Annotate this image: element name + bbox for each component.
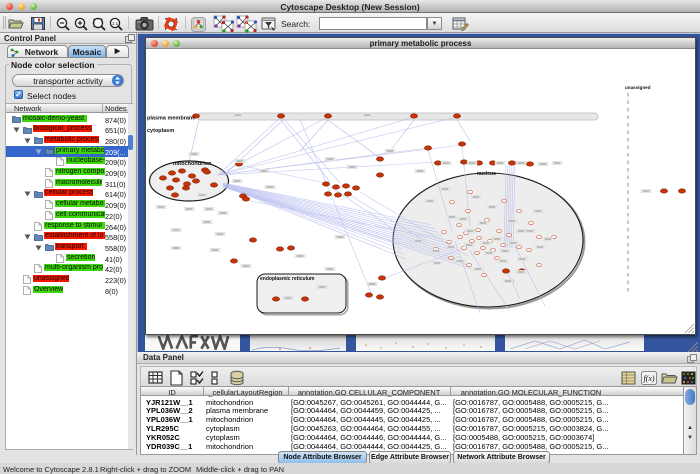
svg-text:nucleus: nucleus	[477, 171, 496, 177]
svg-text:plasma membrane: plasma membrane	[147, 116, 195, 122]
svg-text:mitochondrion: mitochondrion	[173, 161, 212, 167]
svg-text:unassigned: unassigned	[625, 85, 651, 90]
svg-text:cytoplasm: cytoplasm	[147, 128, 174, 134]
svg-text:endoplasmic reticulum: endoplasmic reticulum	[260, 276, 315, 282]
svg-text:1:1: 1:1	[112, 21, 119, 26]
svg-text:f(x): f(x)	[643, 374, 654, 383]
